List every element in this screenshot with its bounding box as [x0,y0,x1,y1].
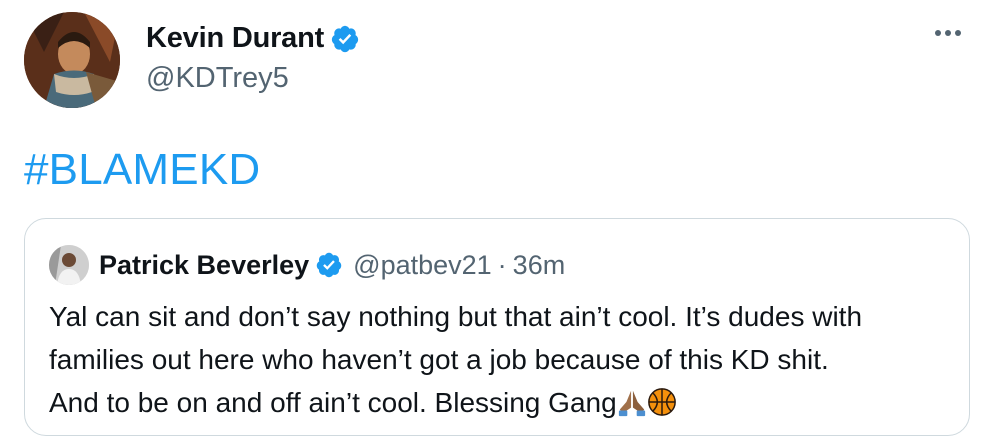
quote-author-handle: @patbev21 [353,249,492,280]
dot [955,30,961,36]
quoted-tweet-header: Patrick Beverley @patbev21 · 36m [49,245,565,285]
avatar-image [24,12,120,108]
tweet: Kevin Durant @KDTrey5 #BLAMEKD Patrick B… [0,0,982,448]
quoted-tweet[interactable]: Patrick Beverley @patbev21 · 36m Yal can… [24,218,970,436]
avatar-image [49,245,89,285]
more-options-icon[interactable] [928,18,968,48]
dot [935,30,941,36]
separator-dot: · [497,249,507,280]
quote-text-line-3-text: And to be on and off ain’t cool. Blessin… [49,387,617,418]
quote-text-line-2: families out here who haven’t got a job … [49,344,829,375]
verified-badge-icon [315,251,343,279]
quote-text-line-3: And to be on and off ain’t cool. Blessin… [49,381,949,424]
quote-author-name: Patrick Beverley [99,249,310,280]
author-name[interactable]: Kevin Durant [146,22,324,55]
basketball-icon [647,387,677,417]
quote-timestamp[interactable]: 36m [513,250,566,281]
tweet-hashtag[interactable]: #BLAMEKD [24,145,260,195]
author-handle[interactable]: @KDTrey5 [146,62,289,95]
praying-hands-icon [617,387,647,417]
verified-badge-icon [330,24,360,54]
author-name-row: Kevin Durant [146,22,360,55]
quoted-tweet-text: Yal can sit and don’t say nothing but th… [49,295,949,424]
author-avatar[interactable] [24,12,120,108]
quote-text-line-1: Yal can sit and don’t say nothing but th… [49,301,863,332]
quote-author-avatar[interactable] [49,245,89,285]
dot [945,30,951,36]
